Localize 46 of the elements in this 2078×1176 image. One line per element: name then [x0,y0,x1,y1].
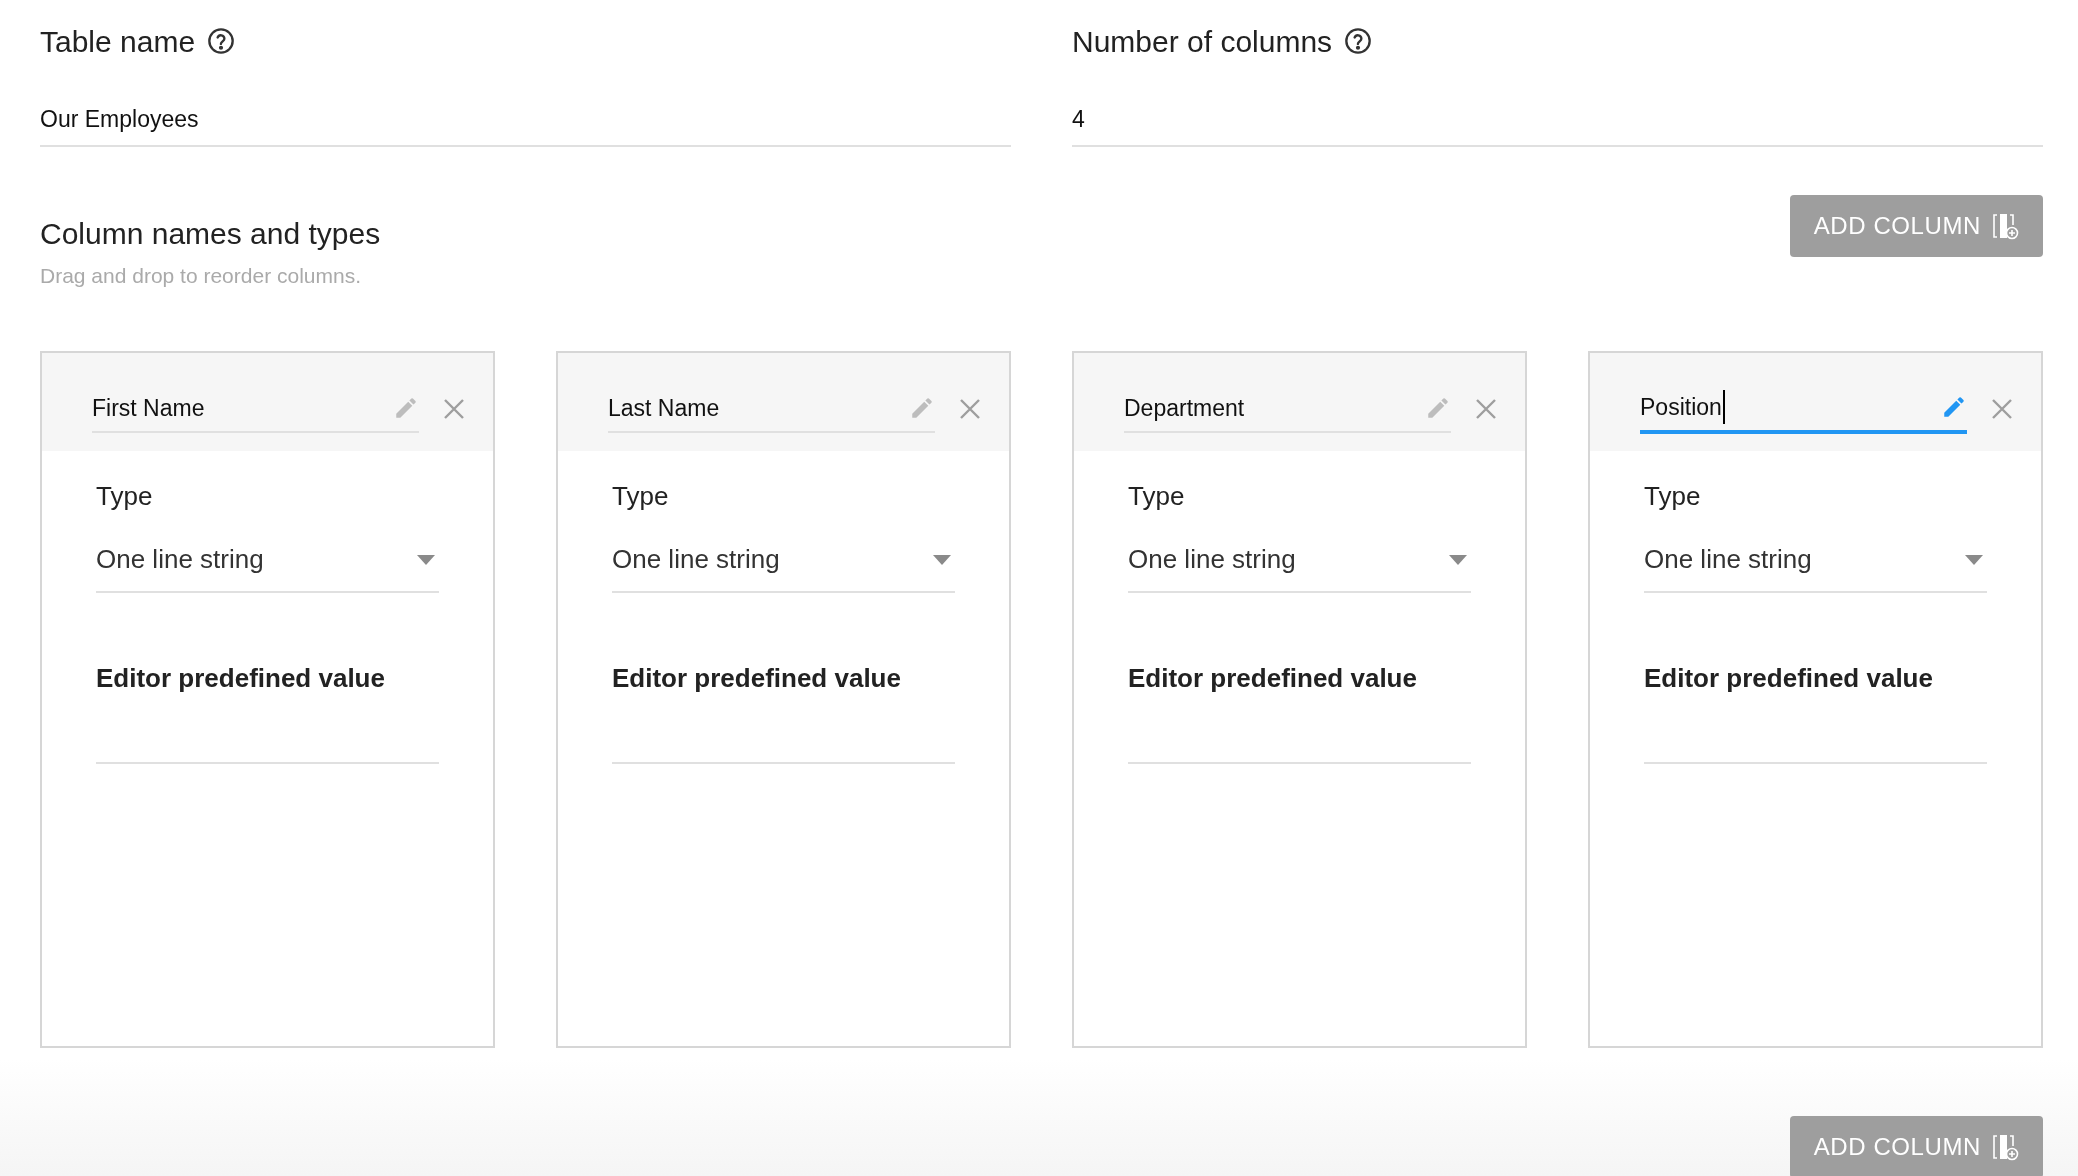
pencil-icon [393,395,419,421]
column-count-field[interactable]: 4 [1072,102,2043,147]
column-name-field[interactable]: Position [1640,369,1967,435]
section-title: Column names and types [40,215,381,252]
section-subtitle: Drag and drop to reorder columns. [40,262,362,289]
column-card[interactable]: Position Type One line string Editor predefined value [1588,351,2043,1048]
add-column-icon [1993,211,2019,240]
close-icon[interactable] [1475,398,1497,420]
column-name-text: Department [1124,393,1245,423]
column-name-text: Last Name [608,393,720,423]
predefined-value-label: Editor predefined value [612,662,902,695]
table-name-field[interactable]: Our Employees [40,102,1011,147]
type-label: Type [96,480,154,513]
close-icon[interactable] [959,398,981,420]
field-label: Number of columns [1072,23,1333,60]
type-label: Type [1644,480,1702,513]
pencil-icon [1941,394,1967,420]
column-name-field[interactable]: First Name [92,370,419,434]
column-card[interactable]: Last Name Type One line string Editor predefined value [556,351,1011,1048]
help-icon[interactable] [1344,27,1373,55]
caret-icon [1449,554,1467,565]
pencil-icon [1425,395,1451,421]
pencil-icon [909,395,935,421]
caret-icon [417,554,435,565]
field-label: Table name [40,23,196,60]
caret-icon [1965,554,1983,565]
add-column-icon [1993,1133,2019,1161]
close-icon[interactable] [1991,398,2013,420]
column-name-field[interactable]: Department [1124,370,1451,434]
column-card[interactable]: First Name Type One line string Editor predefined value [40,351,495,1048]
type-label: Type [1128,480,1186,513]
column-name-field[interactable]: Last Name [608,370,935,434]
predefined-value-label: Editor predefined value [1128,662,1418,695]
column-name-text: First Name [92,393,205,423]
caret-icon [933,554,951,565]
type-dropdown[interactable]: One line string [96,540,439,593]
help-icon[interactable] [207,27,236,55]
type-dropdown[interactable]: One line string [1128,540,1471,593]
type-dropdown[interactable]: One line string [1644,540,1987,593]
close-icon[interactable] [443,398,465,420]
column-card[interactable]: Department Type One line string Editor predefined value [1072,351,1527,1048]
column-name-text: Position [1640,389,1725,425]
type-label: Type [612,480,670,513]
predefined-value-label: Editor predefined value [1644,662,1934,695]
predefined-value-label: Editor predefined value [96,662,386,695]
type-dropdown[interactable]: One line string [612,540,955,593]
